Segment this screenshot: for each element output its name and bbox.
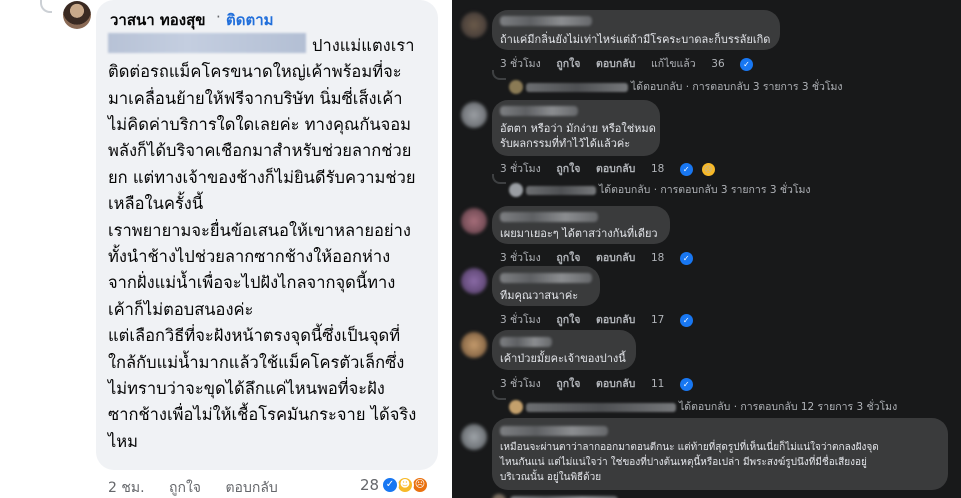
avatar[interactable] bbox=[461, 424, 487, 450]
comment-text-line: แต่เลือกวิธีที่จะฝังหน้าตรงจุดนี้ซึ่งเป็… bbox=[108, 326, 401, 345]
reply-connector bbox=[492, 174, 506, 184]
like-button[interactable]: ถูกใจ bbox=[556, 378, 580, 390]
redacted-author-name[interactable] bbox=[500, 337, 552, 347]
comment-text-line: ไหม bbox=[108, 432, 139, 451]
reply-connector bbox=[492, 70, 506, 80]
comment-text-line: ทั้งนำช้างไปช่วยลากซากช้างให้ออกห่าง bbox=[108, 247, 391, 266]
avatar bbox=[509, 183, 523, 197]
comment-text-line: เหมือนจะผ่านตาว่าลากออกมาตอนตีกนะ แต่ท้า… bbox=[500, 442, 879, 453]
avatar[interactable] bbox=[461, 268, 487, 294]
timestamp[interactable]: 3 ชั่วโมง bbox=[500, 163, 541, 175]
comment-actions: 3 ชั่วโมง ถูกใจ ตอบกลับ 17 ✓ bbox=[500, 311, 717, 328]
comment-text-line: ไหนกันแน่ แต่ไม่แน่ใจว่า ใช่ของที่ปางต้น… bbox=[500, 457, 867, 468]
like-reaction-icon: ✓ bbox=[679, 251, 693, 265]
comment-text-line: ถ้าแค่มีกลิ่นยังไม่เท่าไหร่แต่ถ้ามีโรคระ… bbox=[500, 33, 771, 46]
comment-text-line: บริเวณนั้น อยู่ในพิธีด้วย bbox=[500, 472, 602, 483]
redacted-author-name bbox=[526, 82, 628, 92]
follow-button[interactable]: ติดตาม bbox=[226, 8, 274, 32]
comment-text-line: ไม่ทราบว่าจะขุดได้ลึกแค่ไหนพอที่จะฝัง bbox=[108, 379, 385, 398]
avatar bbox=[509, 400, 523, 414]
avatar[interactable] bbox=[461, 332, 487, 358]
comment-text-line: ไม่คิดค่าบริการใดใดเลยค่ะ ทางคุณกันจอม bbox=[108, 115, 412, 134]
redacted-author-name[interactable] bbox=[500, 106, 578, 116]
reply-button[interactable]: ตอบกลับ bbox=[225, 480, 277, 496]
like-button[interactable]: ถูกใจ bbox=[556, 314, 580, 326]
redacted-author-name bbox=[526, 185, 596, 195]
reaction-count[interactable]: 18 ✓ ☹ bbox=[651, 162, 727, 176]
comment-actions: 3 ชั่วโมง ถูกใจ ตอบกลับ แก้ไขแล้ว 36 ✓ bbox=[500, 55, 777, 72]
avatar[interactable] bbox=[461, 102, 487, 128]
reply-connector bbox=[492, 390, 506, 400]
reply-button[interactable]: ตอบกลับ bbox=[596, 58, 635, 70]
timestamp[interactable]: 2 ชม. bbox=[108, 480, 145, 496]
comment-text-line: มาเคลื่อนย้ายให้ฟรีจากบริษัท นิ่มซี่เส็ง… bbox=[108, 89, 403, 108]
redacted-author-name[interactable] bbox=[500, 273, 592, 283]
reaction-count[interactable]: 17 ✓ bbox=[651, 313, 705, 327]
comment-actions: 3 ชั่วโมง ถูกใจ ตอบกลับ 18 ✓ bbox=[500, 249, 717, 266]
comment-text-line: ติดต่อรถแม็คโครขนาดใหญ่เค้าพร้อมที่จะ bbox=[108, 62, 402, 81]
timestamp[interactable]: 3 ชั่วโมง bbox=[500, 378, 541, 390]
timestamp[interactable]: 3 ชั่วโมง bbox=[500, 252, 541, 264]
reaction-count[interactable]: 28 bbox=[360, 476, 379, 494]
comment-text-line: รับผลกรรมที่ทำไว้ได้แล้วค่ะ bbox=[500, 137, 631, 150]
view-replies-link[interactable]: ได้ตอบกลับ · การตอบกลับ 3 รายการ 3 ชั่วโ… bbox=[509, 78, 843, 95]
reaction-count[interactable]: 18 ✓ bbox=[651, 251, 705, 265]
comment-text-line: จากฝั่งแม่น้ำเพื่อจะไปฝังไกลจากจุดนี้ทาง bbox=[108, 273, 396, 292]
separator-dot: · bbox=[216, 8, 221, 26]
avatar bbox=[492, 494, 506, 498]
comment-actions: 2 ชม. ถูกใจ ตอบกลับ bbox=[108, 477, 298, 498]
edited-label: แก้ไขแล้ว bbox=[650, 58, 696, 70]
redacted-author-name[interactable] bbox=[500, 212, 598, 222]
right-comments-panel: ถ้าแค่มีกลิ่นยังไม่เท่าไหร่แต่ถ้ามีโรคระ… bbox=[452, 0, 961, 498]
like-reaction-icon: ✓ bbox=[679, 162, 693, 176]
comment-text-line: เค้าป่วยมั้ยคะเจ้าของปางนี้ bbox=[500, 352, 626, 365]
reaction-count[interactable]: 11 ✓ bbox=[651, 377, 705, 391]
comment-text-line: เหลือในครั้งนี้ bbox=[108, 194, 204, 213]
avatar bbox=[509, 80, 523, 94]
like-button[interactable]: ถูกใจ bbox=[556, 163, 580, 175]
avatar[interactable] bbox=[63, 1, 91, 29]
avatar[interactable] bbox=[461, 12, 487, 38]
comment-text-line: เราพยายามจะยื่นข้อเสนอให้เขาหลายอย่าง bbox=[108, 221, 411, 240]
reply-button[interactable]: ตอบกลับ bbox=[596, 314, 635, 326]
avatar[interactable] bbox=[461, 208, 487, 234]
like-reaction-icon: ✓ bbox=[381, 476, 399, 494]
left-comment-panel: วาสนา ทองสุข · ติดตาม ปางแม่แตงเรา ติดต่… bbox=[0, 0, 446, 498]
reply-button[interactable]: ตอบกลับ bbox=[596, 378, 635, 390]
comment-text-line: ซากช้างเพื่อไม่ให้เชื้อโรคมันกระจาย ได้จ… bbox=[108, 405, 417, 424]
comment-author-name[interactable]: วาสนา ทองสุข bbox=[110, 8, 206, 32]
comment-text-line: เผยมาเยอะๆ ได้ตาสว่างกันที่เดียว bbox=[500, 227, 658, 240]
reply-button[interactable]: ตอบกลับ bbox=[596, 163, 635, 175]
redacted-author-name[interactable] bbox=[500, 426, 608, 436]
like-reaction-icon: ✓ bbox=[679, 377, 693, 391]
comment-actions: 3 ชั่วโมง ถูกใจ ตอบกลับ 18 ✓ ☹ bbox=[500, 160, 739, 177]
comment-text-line: เค้าก็ไม่ตอบสนองค่ะ bbox=[108, 300, 254, 319]
comment-text-line: ยก แต่ทางเจ้าของช้างก็ไม่ยินดีรับความช่ว… bbox=[108, 168, 416, 187]
like-button[interactable]: ถูกใจ bbox=[556, 252, 580, 264]
redacted-author-name[interactable] bbox=[500, 16, 592, 26]
view-replies-link[interactable]: ได้ตอบกลับ · การตอบกลับ 3 รายการ 3 ชั่วโ… bbox=[509, 181, 811, 198]
like-button[interactable]: ถูกใจ bbox=[169, 480, 201, 496]
view-replies-link[interactable]: ได้ตอบกลับ · การตอบกลับ 12 รายการ 3 ชั่ว… bbox=[509, 398, 897, 415]
like-reaction-icon: ✓ bbox=[679, 313, 693, 327]
sad-reaction-icon: ☹ bbox=[701, 162, 715, 176]
timestamp[interactable]: 3 ชั่วโมง bbox=[500, 58, 541, 70]
redacted-author-name bbox=[526, 402, 676, 412]
comment-text-line: ปางแม่แตงเรา bbox=[312, 36, 415, 55]
comment-text-line: อัตตา หรือว่า มักง่าย หรือใช่หมด bbox=[500, 122, 656, 135]
like-button[interactable]: ถูกใจ bbox=[556, 58, 580, 70]
reply-button[interactable]: ตอบกลับ bbox=[596, 252, 635, 264]
like-reaction-icon: ✓ bbox=[740, 57, 754, 71]
thread-connector bbox=[40, 0, 52, 13]
comment-actions: 3 ชั่วโมง ถูกใจ ตอบกลับ 11 ✓ bbox=[500, 375, 717, 392]
comment-text-line: พลังก็ได้บริจาคเชือกมาสำหรับช่วยลากช่วย bbox=[108, 141, 412, 160]
reaction-count[interactable]: 36 ✓ bbox=[711, 57, 765, 71]
comment-text-line: ทีมคุณวาสนาค่ะ bbox=[500, 289, 579, 302]
timestamp[interactable]: 3 ชั่วโมง bbox=[500, 314, 541, 326]
redacted-mention bbox=[108, 33, 306, 53]
comment-text-line: ใกล้กับแม่น้ำมากแล้วใช้แม็คโครตัวเล็กซึ่… bbox=[108, 353, 405, 372]
